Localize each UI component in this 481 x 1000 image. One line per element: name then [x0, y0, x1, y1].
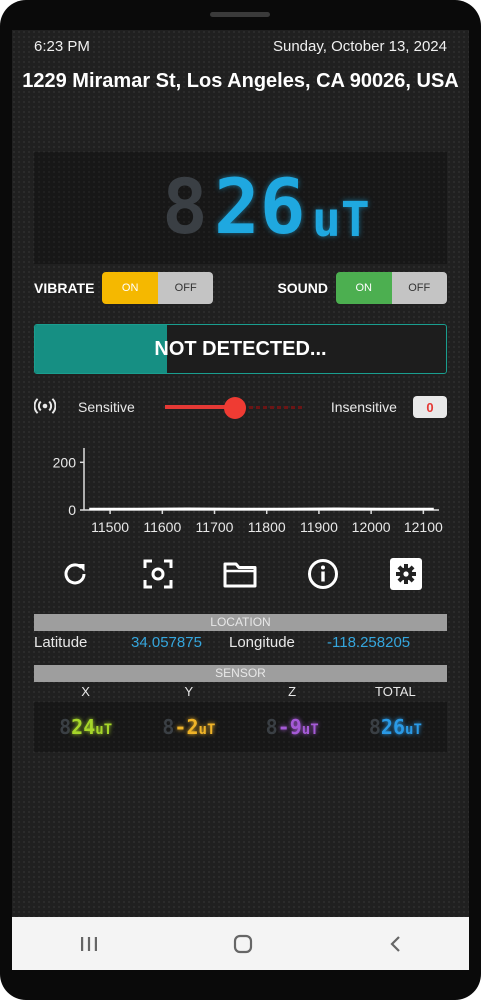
chart-y-tick-label: 0	[68, 502, 76, 518]
info-icon	[308, 559, 339, 589]
sensitivity-row: Sensitive Insensitive 0	[34, 394, 447, 420]
meter-inactive-digit: 8	[162, 162, 208, 251]
longitude-value: -118.258205	[327, 634, 411, 651]
slider-thumb[interactable]	[223, 397, 246, 419]
axis-y-label: Y	[184, 684, 194, 699]
recents-icon	[80, 936, 97, 951]
vibrate-control: VIBRATE ON OFF	[34, 272, 214, 304]
sensor-y-cell: 8-2uT	[137, 702, 240, 752]
sensitivity-value-badge: 0	[413, 396, 447, 418]
sensor-y-unit: uT	[198, 722, 216, 738]
speaker-grille	[210, 12, 270, 17]
sensor-x-value: 24	[71, 715, 96, 739]
folder-icon	[223, 562, 257, 588]
phone-frame: 6:23 PM Sunday, October 13, 2024 1229 Mi…	[0, 0, 481, 1000]
settings-button[interactable]	[387, 555, 425, 593]
location-header: LOCATION	[34, 614, 447, 631]
refresh-icon	[64, 563, 86, 585]
meter-unit: uT	[312, 192, 370, 248]
vibrate-on-option[interactable]: ON	[102, 272, 158, 304]
latitude-label: Latitude	[34, 634, 88, 651]
status-date: Sunday, October 13, 2024	[272, 38, 447, 55]
axis-x-label: X	[81, 684, 90, 699]
screenshot-button[interactable]	[139, 555, 177, 593]
home-icon	[233, 934, 252, 953]
field-history-chart: 0 200 11500 11600 11700 11800 11900 12000 12100	[53, 448, 443, 535]
sensor-axis-labels: X Y Z TOTAL	[34, 684, 447, 700]
sensor-readouts: 824uT 8-2uT 8-9uT 826uT	[34, 702, 447, 752]
folder-button[interactable]	[221, 555, 259, 593]
chart-x-tick-label: 11900	[300, 519, 338, 535]
detection-status-text: NOT DETECTED...	[154, 337, 327, 360]
sound-on-option[interactable]: ON	[336, 272, 392, 304]
insensitive-label: Insensitive	[330, 399, 397, 415]
sensor-z-unit: uT	[301, 722, 319, 738]
axis-total-label: TOTAL	[375, 684, 416, 699]
sensor-header: SENSOR	[34, 665, 447, 682]
info-button[interactable]	[304, 555, 342, 593]
back-button[interactable]	[388, 935, 402, 953]
android-nav-bar	[12, 917, 469, 970]
chart-x-tick-label: 11800	[248, 519, 286, 535]
sensor-total-cell: 826uT	[344, 702, 447, 752]
magnetic-meter-display: 8 26 uT	[34, 152, 447, 264]
status-time: 6:23 PM	[34, 38, 90, 55]
sensor-total-readout: 826uT	[368, 715, 422, 739]
vibrate-toggle[interactable]: ON OFF	[102, 272, 214, 304]
status-bar: 6:23 PM Sunday, October 13, 2024	[34, 38, 447, 58]
sensor-x-readout: 824uT	[59, 715, 113, 739]
address-title: 1229 Miramar St, Los Angeles, CA 90026, …	[22, 70, 459, 92]
vibrate-off-option[interactable]: OFF	[157, 272, 214, 304]
action-toolbar	[34, 550, 447, 598]
vibrate-label: VIBRATE	[34, 280, 95, 296]
chart-x-tick-label: 11700	[196, 519, 234, 535]
sound-off-option[interactable]: OFF	[391, 272, 447, 304]
sensor-z-readout: 8-9uT	[265, 715, 319, 739]
settings-icon	[389, 558, 422, 590]
sound-toggle[interactable]: ON OFF	[336, 272, 447, 304]
sensitivity-slider[interactable]	[164, 397, 305, 419]
sensor-total-unit: uT	[405, 722, 422, 738]
recents-button[interactable]	[80, 936, 98, 952]
chart-y-tick-label: 200	[53, 454, 77, 470]
latitude-value: 34.057875	[131, 634, 202, 651]
back-icon	[389, 935, 400, 952]
sensor-x-cell: 824uT	[34, 702, 137, 752]
chart-x-tick-label: 12100	[404, 519, 443, 535]
detection-status-bar: NOT DETECTED...	[34, 324, 447, 374]
sensor-y-readout: 8-2uT	[162, 715, 216, 739]
longitude-label: Longitude	[229, 634, 295, 651]
chart-x-tick-label: 11600	[143, 519, 181, 535]
toggle-row: VIBRATE ON OFF SOUND ON OFF	[34, 272, 447, 304]
app-screen: 6:23 PM Sunday, October 13, 2024 1229 Mi…	[12, 30, 469, 970]
sensor-x-unit: uT	[95, 722, 113, 738]
sound-label: SOUND	[277, 280, 328, 296]
home-button[interactable]	[233, 934, 253, 954]
sensor-y-value: -2	[174, 715, 199, 739]
sound-control: SOUND ON OFF	[277, 272, 447, 304]
meter-value: 26	[214, 162, 306, 251]
refresh-button[interactable]	[56, 555, 94, 593]
sensor-total-value: 26	[380, 715, 406, 739]
chart-x-tick-label: 12000	[352, 519, 391, 535]
chart-x-tick-label: 11500	[91, 519, 129, 535]
sensitive-label: Sensitive	[78, 399, 135, 415]
screenshot-icon	[143, 559, 173, 589]
sensor-z-value: -9	[277, 715, 302, 739]
location-row: Latitude 34.057875 Longitude -118.258205	[34, 634, 447, 654]
axis-z-label: Z	[288, 684, 297, 699]
sensor-z-cell: 8-9uT	[241, 702, 344, 752]
broadcast-icon	[34, 397, 56, 417]
